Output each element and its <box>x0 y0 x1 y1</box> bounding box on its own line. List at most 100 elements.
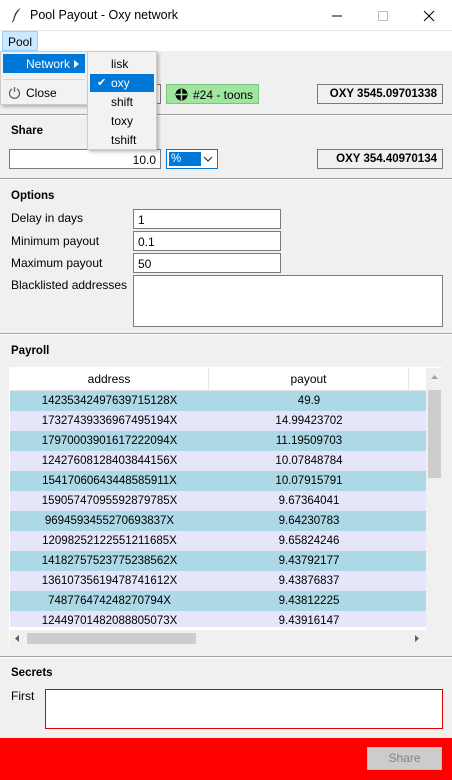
table-row[interactable]: 14182757523775238562X 9.43792177 <box>10 551 426 571</box>
payout-cell: 11.19509703 <box>275 435 343 447</box>
column-header-address[interactable]: address <box>10 368 209 391</box>
address-cell: 14182757523775238562X <box>41 555 178 567</box>
table-row[interactable]: 14235342497639715128X 49.9 <box>10 391 426 411</box>
chevron-down-icon <box>203 156 213 162</box>
share-unit-select[interactable]: % <box>166 149 218 169</box>
scroll-left-icon[interactable] <box>14 634 20 643</box>
horizontal-scrollbar[interactable] <box>10 630 443 647</box>
table-row[interactable]: 12449701482088805073X 9.43916147 <box>10 611 426 627</box>
table-header: address payout <box>10 368 426 391</box>
blacklist-textarea[interactable] <box>133 275 443 327</box>
menu-bar: Pool <box>0 31 452 51</box>
minimize-button[interactable] <box>314 0 360 31</box>
vertical-scrollbar[interactable] <box>426 368 443 630</box>
network-option-label: shift <box>111 95 134 109</box>
check-icon: ✔ <box>97 77 107 89</box>
maximize-button[interactable] <box>360 0 406 31</box>
close-window-button[interactable] <box>406 0 452 31</box>
delegate-label: #24 - toons <box>193 88 254 102</box>
network-option-label: tshift <box>111 133 137 147</box>
network-option-oxy[interactable]: ✔ oxy <box>90 74 154 92</box>
share-button[interactable]: Share <box>367 747 442 770</box>
address-cell: 14235342497639715128X <box>41 395 178 407</box>
first-secret-input[interactable] <box>45 689 443 729</box>
table-row[interactable]: 17970003901617222094X 11.19509703 <box>10 431 426 451</box>
address-cell: 17327439336967495194X <box>41 415 178 427</box>
feather-icon <box>11 8 21 23</box>
column-header-payout[interactable]: payout <box>209 368 409 391</box>
network-option-toxy[interactable]: toxy <box>90 112 154 130</box>
close-icon <box>423 10 435 22</box>
separator <box>0 333 452 335</box>
payroll-title: Payroll <box>11 345 50 357</box>
menu-item-network-label: Network <box>26 57 71 71</box>
share-title: Share <box>11 125 43 137</box>
options-title: Options <box>11 190 55 202</box>
secrets-title: Secrets <box>11 667 53 679</box>
table-row[interactable]: 13610735619478741612X 9.43876837 <box>10 571 426 591</box>
delay-input[interactable]: 1 <box>133 209 281 229</box>
menu-item-close[interactable]: Close <box>3 83 85 103</box>
payout-cell: 14.99423702 <box>275 415 343 427</box>
payout-cell: 10.07915791 <box>275 475 343 487</box>
power-icon <box>8 87 21 99</box>
shield-icon <box>175 88 188 101</box>
first-secret-label: First <box>11 689 35 703</box>
address-cell: 748776474248270794X <box>48 595 171 607</box>
address-cell: 13610735619478741612X <box>41 575 178 587</box>
menu-pool[interactable]: Pool <box>2 31 39 51</box>
network-option-label: oxy <box>111 76 130 90</box>
pool-menu-dropdown: Network Close <box>0 51 88 105</box>
table-row[interactable]: 12427608128403844156X 10.07848784 <box>10 451 426 471</box>
network-option-label: lisk <box>111 57 129 71</box>
payout-cell: 9.43916147 <box>278 615 340 627</box>
submenu-arrow-icon <box>74 60 79 68</box>
payout-cell: 9.43876837 <box>278 575 340 587</box>
separator <box>0 656 452 658</box>
network-option-tshift[interactable]: tshift <box>90 131 154 149</box>
share-amount: OXY 354.40970134 <box>317 149 443 169</box>
address-cell: 15905747095592879785X <box>41 495 178 507</box>
payroll-table: address payout 14235342497639715128X 49.9… <box>9 367 443 647</box>
network-submenu: lisk ✔ oxy shift toxy tshift <box>87 51 157 150</box>
payout-cell: 9.43792177 <box>278 555 340 567</box>
table-row[interactable]: 15905747095592879785X 9.67364041 <box>10 491 426 511</box>
address-cell: 17970003901617222094X <box>41 435 178 447</box>
minimize-icon <box>332 15 342 17</box>
delay-label: Delay in days <box>11 211 84 225</box>
vertical-scroll-thumb[interactable] <box>428 390 441 478</box>
address-cell: 12098252122551211685X <box>42 535 177 547</box>
payout-cell: 9.64230783 <box>278 515 340 527</box>
table-row[interactable]: 12098252122551211685X 9.65824246 <box>10 531 426 551</box>
separator <box>0 178 452 180</box>
blacklist-label: Blacklisted addresses <box>11 278 128 292</box>
network-option-shift[interactable]: shift <box>90 93 154 111</box>
table-row[interactable]: 15417060643448585911X 10.07915791 <box>10 471 426 491</box>
max-payout-label: Maximum payout <box>11 256 103 270</box>
address-cell: 9694593455270693837X <box>44 515 175 527</box>
share-unit-value: % <box>169 152 201 166</box>
maximize-icon <box>378 11 388 21</box>
min-payout-input[interactable]: 0.1 <box>133 231 281 251</box>
menu-item-close-label: Close <box>26 86 57 100</box>
payout-cell: 9.67364041 <box>278 495 340 507</box>
scroll-up-icon[interactable] <box>430 374 439 380</box>
horizontal-scroll-thumb[interactable] <box>27 633 196 644</box>
share-input[interactable]: 10.0 <box>9 149 161 169</box>
network-option-lisk[interactable]: lisk <box>90 55 154 73</box>
payout-cell: 9.65824246 <box>278 535 340 547</box>
delegate-button[interactable]: #24 - toons <box>166 84 259 104</box>
menu-item-network[interactable]: Network <box>3 54 85 73</box>
table-row[interactable]: 748776474248270794X 9.43812225 <box>10 591 426 611</box>
window-title: Pool Payout - Oxy network <box>30 8 178 22</box>
scroll-right-icon[interactable] <box>414 634 420 643</box>
address-cell: 12427608128403844156X <box>41 455 178 467</box>
payout-cell: 9.43812225 <box>278 595 340 607</box>
table-body: 14235342497639715128X 49.9 173274393369674… <box>10 391 426 627</box>
max-payout-input[interactable]: 50 <box>133 253 281 273</box>
table-row[interactable]: 17327439336967495194X 14.99423702 <box>10 411 426 431</box>
table-row[interactable]: 9694593455270693837X 9.64230783 <box>10 511 426 531</box>
payout-cell: 10.07848784 <box>275 455 343 467</box>
min-payout-label: Minimum payout <box>11 234 100 248</box>
menu-divider <box>3 79 85 80</box>
